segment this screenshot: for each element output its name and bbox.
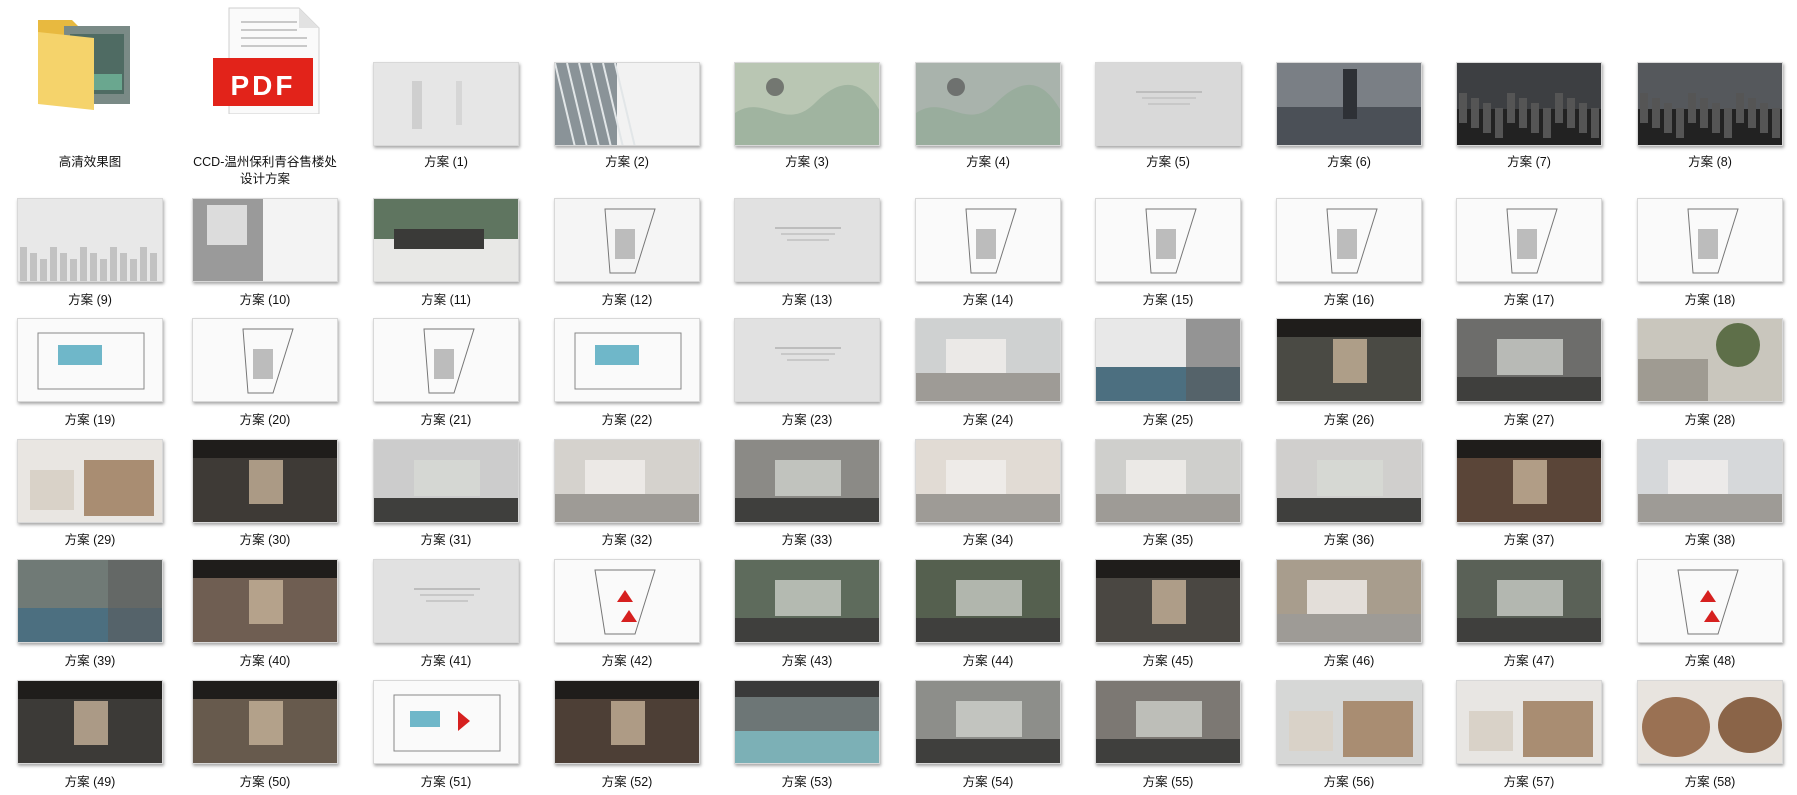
file-thumbnail — [915, 680, 1061, 764]
file-name-label: 方案 (55) — [1142, 775, 1194, 789]
image-file-item[interactable]: 方案 (56) — [1259, 0, 1439, 795]
image-file-item[interactable]: 方案 (54) — [898, 0, 1078, 795]
file-name-label: 方案 (57) — [1503, 775, 1555, 789]
file-thumbnail — [373, 680, 519, 764]
file-name-label: 方案 (58) — [1684, 775, 1736, 789]
file-name-label: 方案 (52) — [601, 775, 653, 789]
image-file-item[interactable]: 方案 (55) — [1078, 0, 1258, 795]
file-thumbnail — [17, 680, 163, 764]
file-thumbnail — [192, 680, 338, 764]
image-file-item[interactable]: 方案 (49) — [0, 0, 180, 795]
file-thumbnail — [734, 680, 880, 764]
file-thumbnail — [1456, 680, 1602, 764]
file-name-label: 方案 (49) — [64, 775, 116, 789]
image-file-item[interactable]: 方案 (51) — [356, 0, 536, 795]
file-name-label: 方案 (54) — [962, 775, 1014, 789]
file-name-label: 方案 (51) — [420, 775, 472, 789]
file-name-label: 方案 (53) — [781, 775, 833, 789]
file-name-label: 方案 (50) — [239, 775, 291, 789]
file-thumbnail — [1095, 680, 1241, 764]
image-file-item[interactable]: 方案 (57) — [1439, 0, 1619, 795]
file-thumbnail — [1637, 680, 1783, 764]
file-explorer-grid: 高清效果图 PDF CCD-温州保利青谷售楼处设计方案 方案 (1) 方案 (2) 方案 … — [0, 0, 1797, 795]
image-file-item[interactable]: 方案 (52) — [537, 0, 717, 795]
image-file-item[interactable]: 方案 (58) — [1620, 0, 1797, 795]
image-file-item[interactable]: 方案 (53) — [717, 0, 897, 795]
image-file-item[interactable]: 方案 (50) — [175, 0, 355, 795]
file-thumbnail — [1276, 680, 1422, 764]
file-thumbnail — [554, 680, 700, 764]
file-name-label: 方案 (56) — [1323, 775, 1375, 789]
